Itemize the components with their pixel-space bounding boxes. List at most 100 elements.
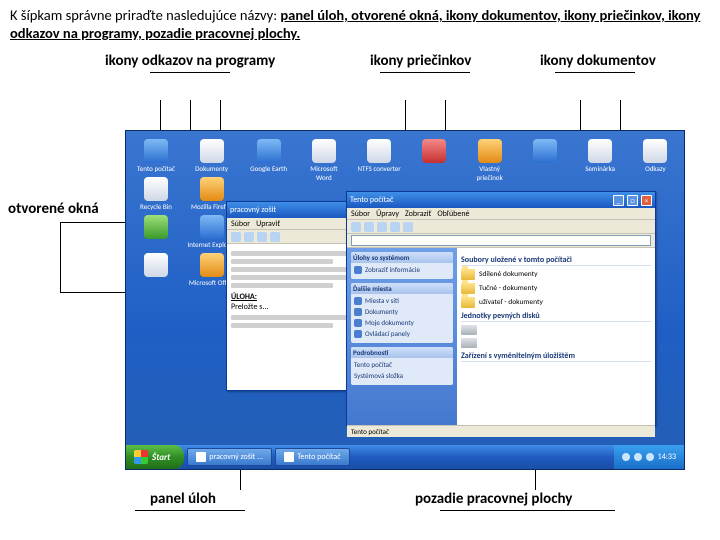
desktop-left-icons: Tento počítač Dokumenty Recycle Bin Mozi… (130, 137, 240, 289)
side-item[interactable]: Zobraziť informácie (354, 265, 450, 274)
icon-label: Microsoft Word (310, 164, 337, 182)
desktop-icon[interactable]: Vlastný priečinok (468, 139, 511, 182)
maximize-button[interactable]: □ (627, 195, 638, 206)
app-icon (367, 139, 391, 163)
side-item[interactable]: Moje dokumenty (354, 318, 450, 327)
windows-logo-icon (134, 450, 148, 464)
desktop-icon[interactable]: Seminárka (579, 139, 622, 182)
arrow-line (60, 222, 61, 292)
tray-icon[interactable] (634, 453, 642, 461)
drive-item[interactable] (461, 338, 651, 348)
side-item-label: Zobraziť informácie (365, 265, 420, 274)
desktop-icon[interactable] (413, 139, 456, 182)
taskbar-item[interactable]: Tento počítač (275, 448, 349, 466)
explorer-body: Úlohy so systémom Zobraziť informácie Ďa… (347, 248, 655, 425)
earth-icon (257, 139, 281, 163)
menu-item[interactable]: Súbor (351, 209, 370, 219)
desktop-icon[interactable]: Odkazy (634, 139, 677, 182)
side-block-head: Podrobnosti (351, 347, 453, 358)
side-block-head: Ďalšie miesta (351, 283, 453, 294)
status-text: Tento počítač (351, 427, 389, 436)
taskbar[interactable]: Štart pracovný zošit ... Tento počítač 1… (126, 445, 684, 469)
recycle-bin-icon (144, 177, 168, 201)
folders-icon[interactable] (403, 222, 413, 232)
back-icon[interactable] (351, 222, 361, 232)
tray-icon[interactable] (622, 453, 630, 461)
instruction-lead: K šípkam správne priraďte nasledujúce ná… (10, 6, 280, 24)
system-tray[interactable]: 14:33 (614, 445, 684, 469)
side-item[interactable]: Miesta v síti (354, 296, 450, 305)
toolbar-icon[interactable] (270, 232, 280, 242)
desktop-icon[interactable]: Dokumenty (187, 139, 237, 173)
folder-icon (461, 283, 475, 294)
side-item-label: Ovládací panely (365, 329, 410, 338)
folder-item[interactable]: Tučné - dokumenty (461, 283, 651, 294)
desktop-icon[interactable]: Recycle Bin (131, 177, 181, 211)
underline (150, 72, 230, 73)
address-bar[interactable] (347, 234, 655, 248)
window-toolbar[interactable] (347, 220, 655, 234)
side-item[interactable]: Dokumenty (354, 307, 450, 316)
forward-icon[interactable] (364, 222, 374, 232)
underline (440, 510, 615, 511)
desktop-icon[interactable]: Microsoft Word (302, 139, 345, 182)
search-icon[interactable] (390, 222, 400, 232)
document-icon (588, 139, 612, 163)
toolbar-icon[interactable] (257, 232, 267, 242)
side-item-label: Moje dokumenty (365, 318, 414, 327)
app-icon (533, 139, 557, 163)
app-icon (144, 215, 168, 239)
clock[interactable]: 14:33 (658, 452, 676, 462)
drive-item[interactable] (461, 325, 651, 335)
app-icon (196, 452, 206, 462)
desktop-icon[interactable] (131, 253, 181, 278)
start-button[interactable]: Štart (126, 445, 184, 469)
folder-icon (478, 139, 502, 163)
toolbar-icon[interactable] (231, 232, 241, 242)
window-menubar[interactable]: Súbor Úpravy Zobraziť Obľúbené (347, 208, 655, 220)
side-block-head: Úlohy so systémom (351, 252, 453, 263)
toolbar-icon[interactable] (244, 232, 254, 242)
menu-item[interactable]: Súbor (231, 219, 250, 229)
desktop-top-icons: Google Earth Microsoft Word NTFS convert… (246, 137, 678, 184)
desktop-icon[interactable]: Tento počítač (131, 139, 181, 173)
menu-item[interactable]: Obľúbené (437, 209, 469, 219)
taskbar-item[interactable]: pracovný zošit ... (187, 448, 272, 466)
side-block: Podrobnosti Tento počítač Systémová slož… (351, 347, 453, 385)
folder-item[interactable]: Sdílené dokumenty (461, 269, 651, 280)
window-titlebar[interactable]: Tento počítač _ □ × (347, 192, 655, 208)
open-window-explorer[interactable]: Tento počítač _ □ × Súbor Úpravy Zobrazi… (346, 191, 656, 426)
up-icon[interactable] (377, 222, 387, 232)
desktop-icon[interactable]: Google Earth (247, 139, 290, 182)
documents-icon (200, 139, 224, 163)
minimize-button[interactable]: _ (613, 195, 624, 206)
underline (555, 72, 635, 73)
tray-icon[interactable] (646, 453, 654, 461)
instruction-text: K šípkam správne priraďte nasledujúce ná… (0, 0, 720, 46)
icon-label: Recycle Bin (140, 202, 172, 211)
explorer-side-panel: Úlohy so systémom Zobraziť informácie Ďa… (347, 248, 457, 425)
bullet-icon (354, 308, 362, 316)
icon-label: NTFS converter (358, 164, 401, 173)
window-statusbar: Tento počítač (347, 425, 655, 437)
close-button[interactable]: × (641, 195, 652, 206)
side-item: Tento počítač (354, 360, 450, 369)
menu-item[interactable]: Upraviť (256, 219, 280, 229)
desktop-icon[interactable]: NTFS converter (358, 139, 401, 182)
bullet-icon (354, 266, 362, 274)
drive-icon (461, 325, 477, 335)
label-desktop-background: pozadie pracovnej plochy (415, 490, 572, 508)
group-heading: Soubory uložené v tomto počítači (461, 255, 651, 266)
menu-item[interactable]: Zobraziť (405, 209, 431, 219)
underline (135, 510, 245, 511)
desktop-icon[interactable] (523, 139, 566, 182)
start-label: Štart (152, 452, 170, 463)
menu-item[interactable]: Úpravy (376, 209, 399, 219)
window-title: Tento počítač (350, 195, 393, 205)
taskbar-item-label: Tento počítač (297, 452, 340, 462)
address-field[interactable] (351, 235, 651, 246)
folder-item[interactable]: užívateľ - dokumenty (461, 297, 651, 308)
side-item[interactable]: Ovládací panely (354, 329, 450, 338)
desktop-icon[interactable] (131, 215, 181, 240)
ie-icon (200, 215, 224, 239)
